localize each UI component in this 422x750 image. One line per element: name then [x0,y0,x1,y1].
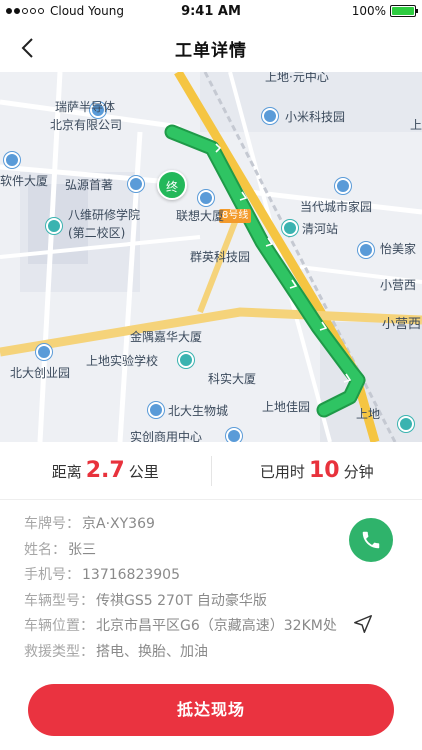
elapsed-value: 10 [308,458,340,483]
map-label: 北大生物城 [168,404,229,418]
phone-label: 手机号： [24,567,80,583]
route-map[interactable]: 8号线 瑞萨半导体 北京有限公司 上地·元中心 小米科技园 上 软件大厦 弘源首… [0,72,422,442]
map-label: 群英科技园 [190,250,251,264]
model-value: 传祺GS5 270T 自动豪华版 [96,592,267,609]
elapsed-label: 已用时 [259,463,305,481]
map-label: 上 [410,118,422,132]
location-label: 车辆位置： [24,618,94,634]
distance-unit: 公里 [128,463,159,481]
poi-marker-icon [4,152,20,168]
page-title: 工单详情 [175,41,247,61]
model-label: 车辆型号： [24,592,94,609]
map-label: 金隅嘉华大厦 [130,330,203,344]
name-row: 姓名： 张三 [24,538,364,564]
order-info: 车牌号： 京A·XY369 姓名： 张三 手机号： 13716823905 车辆型号：… [24,512,364,665]
distance-label: 距离 [51,463,82,481]
map-label: 上地·元中心 [265,72,329,84]
elapsed-stat: 已用时 10 分钟 [212,458,422,483]
map-label: 实创商用中心 [130,430,203,442]
location-value: 北京市昌平区G6（京藏高速）32KM处 [96,618,337,634]
phone-value: 13716823905 [82,567,180,583]
phone-row: 手机号： 13716823905 [24,563,364,589]
map-label: 瑞萨半导体 [55,100,116,114]
map-label: 清河站 [302,222,339,236]
navigate-button[interactable] [352,613,374,635]
map-label: 上地实验学校 [86,354,159,368]
phone-icon [362,531,380,549]
poi-marker-icon [128,176,144,192]
call-button[interactable] [349,518,393,562]
elapsed-unit: 分钟 [343,463,374,481]
school-icon [178,352,194,368]
plate-row: 车牌号： 京A·XY369 [24,512,364,538]
poi-marker-icon [226,428,242,442]
poi-marker-icon [198,190,214,206]
map-label: 北大创业园 [10,366,71,380]
poi-marker-icon [148,402,164,418]
model-row: 车辆型号： 传祺GS5 270T 自动豪华版 [24,589,364,615]
name-label: 姓名： [24,541,66,558]
distance-value: 2.7 [85,458,125,483]
trip-stats: 距离 2.7 公里 已用时 10 分钟 [0,442,422,500]
location-row: 车辆位置： 北京市昌平区G6（京藏高速）32KM处 [24,614,364,640]
map-label: 小营西 [380,278,417,292]
name-value: 张三 [68,541,96,558]
battery-status: 100% [351,4,418,18]
school-icon [398,416,414,432]
navigation-bar: 工单详情 [0,24,422,72]
battery-percent: 100% [351,4,386,18]
plate-value: 京A·XY369 [82,516,155,532]
rescue-label: 救援类型： [24,643,94,660]
map-label: 北京有限公司 [50,118,123,132]
map-label: 八维研修学院 [68,208,141,222]
plate-label: 车牌号： [24,516,80,532]
map-label: 软件大厦 [0,174,49,188]
poi-marker-icon [262,108,278,124]
map-label: 当代城市家园 [300,200,373,214]
battery-icon [390,5,418,17]
map-label: 小米科技园 [285,110,346,124]
status-bar: Cloud Young 9:41 AM 100% [0,0,422,24]
map-label: 上地佳园 [262,400,311,414]
distance-stat: 距离 2.7 公里 [0,458,211,483]
poi-marker-icon [36,344,52,360]
school-icon [46,218,62,234]
map-label: 弘源首著 [65,178,114,192]
map-label: (第二校区) [68,226,126,240]
map-label: 怡美家 [380,242,417,256]
map-label: 科实大厦 [208,372,257,386]
map-label: 上地 [356,407,381,421]
poi-marker-icon [335,178,351,194]
poi-marker-icon [358,242,374,258]
rescue-value: 搭电、换胎、加油 [96,643,208,660]
navigation-arrow-icon [354,615,372,633]
map-label: 联想大厦 [176,209,225,223]
station-icon [282,220,298,236]
arrive-button[interactable]: 抵达现场 [28,684,394,736]
destination-marker[interactable]: 终 [157,170,187,200]
rescue-row: 救援类型： 搭电、换胎、加油 [24,640,364,666]
map-label: 小营西 [382,317,422,332]
